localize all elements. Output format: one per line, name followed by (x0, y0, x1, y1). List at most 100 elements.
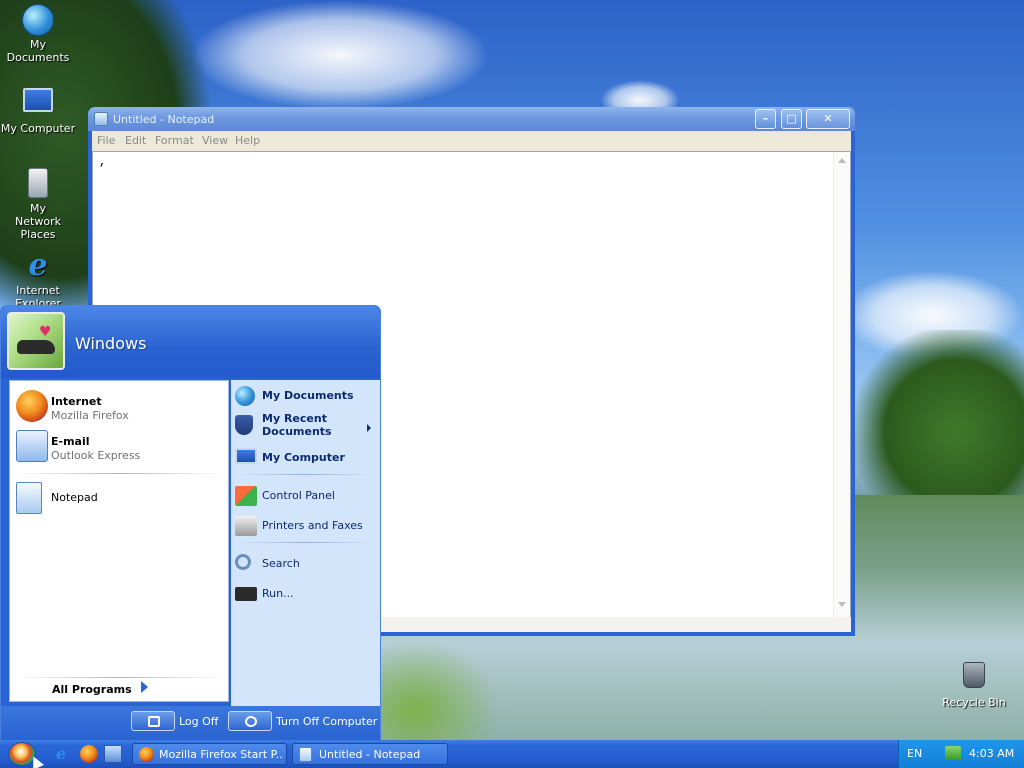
recent-item-notepad[interactable]: Notepad (14, 479, 226, 517)
firefox-icon (139, 747, 154, 762)
desktop-icon-label: My Documents (6, 38, 70, 64)
show-desktop-icon[interactable] (104, 745, 122, 763)
all-programs-label: All Programs (52, 683, 132, 696)
recent-item-title: Notepad (51, 491, 98, 504)
menu-format[interactable]: Format (155, 134, 194, 147)
place-my-computer[interactable]: My Computer (235, 446, 376, 470)
scroll-up-icon[interactable] (838, 158, 846, 163)
place-printers-and-faxes[interactable]: Printers and Faxes (235, 514, 376, 538)
taskbar-button-label: Mozilla Firefox Start P... (159, 748, 283, 761)
user-name: Windows (75, 334, 147, 353)
pinned-item-subtitle: Outlook Express (51, 449, 141, 462)
pinned-item-title: E-mail (51, 435, 90, 448)
divider (235, 474, 376, 475)
place-label: Search (262, 557, 300, 570)
avatar[interactable]: ♥ (7, 312, 65, 370)
recycle-bin-icon (958, 662, 990, 694)
recent-documents-icon (235, 415, 253, 435)
place-label: Run... (262, 587, 294, 600)
place-my-documents[interactable]: My Documents (235, 384, 376, 408)
notepad-icon (16, 482, 42, 514)
start-menu-places: My Documents My Recent Documents My Comp… (231, 380, 380, 706)
start-menu-programs: Internet Mozilla Firefox E-mail Outlook … (9, 380, 229, 702)
place-label: My Computer (262, 451, 345, 464)
turn-off-label: Turn Off Computer (276, 715, 378, 728)
my-documents-icon (22, 4, 54, 36)
pinned-item-title: Internet (51, 395, 102, 408)
place-my-recent-documents[interactable]: My Recent Documents (235, 410, 376, 440)
place-search[interactable]: Search (235, 552, 376, 576)
place-control-panel[interactable]: Control Panel (235, 484, 376, 508)
maximize-button[interactable]: □ (781, 109, 802, 129)
firefox-icon (16, 390, 48, 422)
desktop-icon-label: Recycle Bin (942, 696, 1006, 709)
log-off-label: Log Off (179, 715, 219, 728)
editor-content: , (99, 155, 107, 169)
menu-edit[interactable]: Edit (125, 134, 146, 147)
my-documents-icon (235, 386, 255, 406)
divider (16, 677, 224, 678)
clock[interactable]: 4:03 AM (969, 747, 1014, 760)
close-button[interactable]: ✕ (806, 109, 850, 129)
lock-icon (131, 711, 175, 731)
network-icon[interactable] (945, 746, 961, 760)
notepad-icon (94, 112, 108, 126)
outlook-express-icon (16, 430, 48, 462)
search-icon (235, 554, 251, 570)
taskbar-button-firefox[interactable]: Mozilla Firefox Start P... (132, 743, 287, 765)
my-computer-icon (235, 448, 257, 464)
desktop-icon-my-network-places[interactable]: My Network Places (0, 168, 76, 241)
place-label: My Documents (262, 389, 354, 402)
language-indicator[interactable]: EN (907, 747, 922, 760)
place-label: Printers and Faxes (262, 519, 363, 532)
arrow-right-icon (141, 681, 148, 693)
quick-launch-internet-explorer[interactable]: e (56, 745, 74, 763)
vertical-scrollbar[interactable] (833, 152, 850, 621)
quick-launch-firefox[interactable] (80, 745, 98, 763)
place-label: Control Panel (262, 489, 335, 502)
internet-explorer-icon: e (56, 744, 67, 763)
submenu-arrow-icon (367, 424, 371, 432)
menu-bar: File Edit Format View Help (92, 131, 851, 151)
window-titlebar[interactable]: Untitled - Notepad – □ ✕ (88, 107, 855, 131)
menu-file[interactable]: File (97, 134, 115, 147)
minimize-button[interactable]: – (755, 109, 776, 129)
run-icon (235, 587, 257, 601)
taskbar: e Mozilla Firefox Start P... Untitled - … (0, 740, 1024, 768)
scroll-down-icon[interactable] (838, 602, 846, 607)
desktop-icon-internet-explorer[interactable]: e Internet Explorer (0, 248, 76, 311)
taskbar-button-notepad[interactable]: Untitled - Notepad (292, 743, 448, 765)
control-panel-icon (235, 486, 257, 506)
system-tray: EN 4:03 AM (898, 740, 1024, 768)
place-run[interactable]: Run... (235, 582, 376, 606)
wallpaper-grass (380, 640, 500, 740)
pinned-item-email[interactable]: E-mail Outlook Express (14, 427, 226, 465)
desktop-icon-my-computer[interactable]: My Computer (0, 86, 76, 135)
car-icon (17, 340, 55, 354)
desktop-icon-label: My Computer (0, 122, 76, 135)
network-places-icon (22, 168, 54, 200)
notepad-icon (299, 747, 312, 762)
wallpaper-trees (855, 330, 1024, 500)
menu-help[interactable]: Help (235, 134, 260, 147)
power-icon (228, 711, 272, 731)
cloud (190, 0, 490, 110)
desktop-icon-my-documents[interactable]: My Documents (0, 4, 76, 64)
all-programs-button[interactable]: All Programs (14, 679, 226, 699)
start-menu-footer: Log Off Turn Off Computer (1, 706, 380, 741)
pinned-item-subtitle: Mozilla Firefox (51, 409, 129, 422)
internet-explorer-icon: e (28, 248, 48, 283)
divider (235, 542, 376, 543)
desktop-icon-label: My Network Places (15, 202, 61, 241)
taskbar-button-label: Untitled - Notepad (319, 748, 421, 761)
pinned-item-internet[interactable]: Internet Mozilla Firefox (14, 387, 226, 425)
desktop-icon-recycle-bin[interactable]: Recycle Bin (936, 660, 1012, 709)
place-label: My Recent Documents (262, 412, 332, 438)
window-title: Untitled - Notepad (113, 113, 215, 126)
start-menu-header: ♥ Windows (1, 306, 380, 378)
divider (16, 473, 224, 474)
menu-view[interactable]: View (202, 134, 228, 147)
start-menu: ♥ Windows Internet Mozilla Firefox E-mai… (0, 305, 381, 741)
printer-icon (235, 516, 257, 536)
my-computer-icon (22, 88, 54, 120)
